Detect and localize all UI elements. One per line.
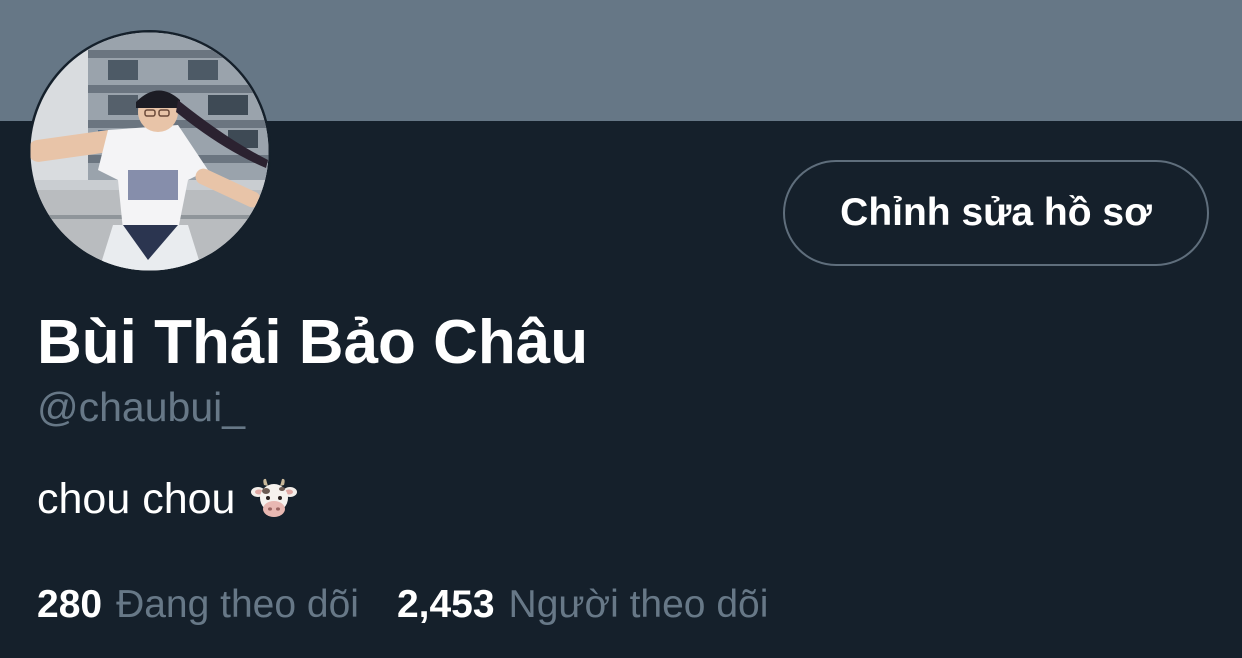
following-count: 280 [37, 583, 103, 626]
edit-profile-button[interactable]: Chỉnh sửa hồ sơ [783, 160, 1209, 266]
following-stat-link[interactable]: 280 Đang theo dõi [37, 580, 359, 630]
followers-label: Người theo dõi [508, 583, 769, 626]
followers-stat-link[interactable]: 2,453 Người theo dõi [397, 580, 768, 630]
bio-text: chou chou [37, 475, 236, 523]
profile-bio: chou chou [37, 472, 298, 526]
following-label: Đang theo dõi [116, 583, 359, 626]
follow-stats: 280 Đang theo dõi 2,453 Người theo dõi [37, 580, 806, 630]
avatar-photo [30, 32, 269, 271]
profile-avatar[interactable] [28, 30, 271, 273]
display-name: Bùi Thái Bảo Châu [37, 308, 589, 377]
username-handle: @chaubui_ [37, 384, 246, 430]
cow-face-icon [251, 476, 298, 522]
followers-count: 2,453 [396, 583, 495, 626]
